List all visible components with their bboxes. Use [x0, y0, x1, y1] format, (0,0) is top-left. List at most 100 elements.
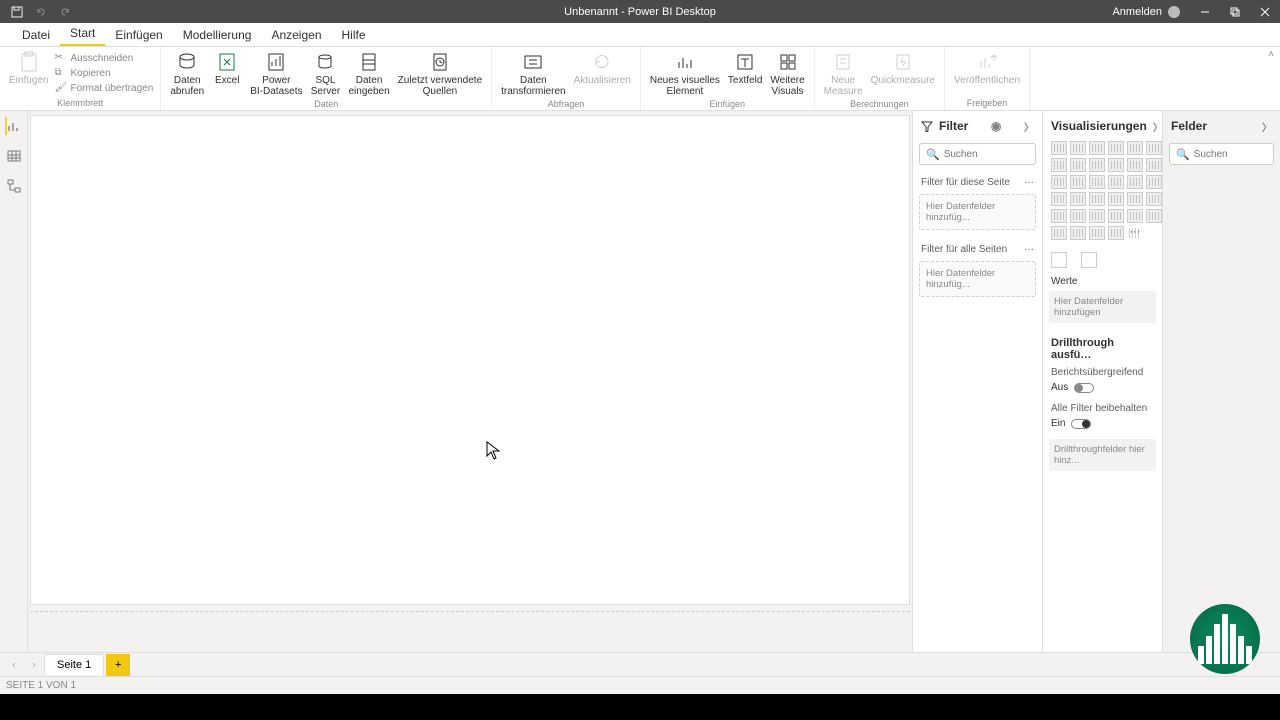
tab-modeling[interactable]: Modellierung — [173, 24, 262, 46]
viz-stackedbar[interactable] — [1051, 141, 1067, 155]
viz-linestackedcolumn[interactable] — [1127, 158, 1143, 172]
crossreport-toggle[interactable]: Aus — [1043, 380, 1162, 401]
tab-start[interactable]: Start — [60, 22, 105, 46]
close-button[interactable] — [1250, 0, 1280, 23]
viz-funnel[interactable] — [1070, 175, 1086, 189]
viz-qna[interactable] — [1089, 226, 1105, 240]
tab-file[interactable]: Datei — [12, 24, 60, 46]
save-icon[interactable] — [10, 5, 24, 19]
filter-page-more[interactable]: ··· — [1024, 177, 1034, 188]
more-visuals-button[interactable]: Weitere Visuals — [766, 49, 808, 99]
page-prev-button[interactable]: ‹ — [4, 659, 24, 671]
filter-all-dropzone[interactable]: Hier Datenfelder hinzufüg... — [919, 261, 1036, 297]
undo-icon[interactable] — [34, 5, 48, 19]
viz-donut[interactable] — [1127, 175, 1143, 189]
viz-arcgis[interactable] — [1108, 226, 1124, 240]
copy-button[interactable]: ⧉Kopieren — [52, 66, 155, 80]
new-measure-button[interactable]: Neue Measure — [820, 49, 867, 99]
viz-scatter[interactable] — [1089, 175, 1105, 189]
viz-format-tab[interactable] — [1081, 252, 1097, 268]
recent-sources-button[interactable]: Zuletzt verwendete Quellen — [394, 49, 487, 99]
refresh-button[interactable]: Aktualisieren — [570, 49, 635, 88]
get-data-button[interactable]: Daten abrufen — [166, 49, 208, 99]
viz-filledmap[interactable] — [1070, 192, 1086, 206]
minimize-button[interactable] — [1190, 0, 1220, 23]
viz-table[interactable] — [1089, 209, 1105, 223]
viz-treemap[interactable] — [1146, 175, 1162, 189]
viz-clusteredbar[interactable] — [1089, 141, 1105, 155]
quick-measure-button[interactable]: Quickmeasure — [867, 49, 939, 88]
drillthrough-dropzone[interactable]: Drillthroughfelder hier hinz... — [1049, 439, 1156, 471]
viz-stackedcolumn[interactable] — [1070, 141, 1086, 155]
status-text: SEITE 1 VON 1 — [6, 680, 76, 691]
signin-button[interactable]: Anmelden — [1102, 6, 1190, 18]
viz-clusteredcolumn[interactable] — [1108, 141, 1124, 155]
fields-collapse-button[interactable]: 〉 — [1262, 119, 1272, 134]
cut-button[interactable]: ✂Ausschneiden — [52, 51, 155, 65]
viz-kpi[interactable] — [1051, 209, 1067, 223]
filter-page-dropzone[interactable]: Hier Datenfelder hinzufüg... — [919, 194, 1036, 230]
viz-r[interactable] — [1127, 209, 1143, 223]
page-tab-1[interactable]: Seite 1 — [44, 654, 104, 675]
fields-search-input[interactable] — [1194, 149, 1280, 160]
viz-linecolumn[interactable] — [1108, 158, 1124, 172]
textbox-button[interactable]: Textfeld — [724, 49, 766, 88]
viz-ribbon[interactable] — [1146, 158, 1162, 172]
new-visual-button[interactable]: Neues visuelles Element — [646, 49, 724, 99]
werte-dropzone[interactable]: Hier Datenfelder hinzufügen — [1049, 291, 1156, 323]
collapse-ribbon-button[interactable]: ˄ — [1268, 49, 1274, 60]
keepfilters-toggle[interactable]: Ein — [1043, 416, 1162, 437]
filter-eye-icon[interactable]: ◉ — [991, 119, 1001, 133]
ribbon-tabs: Datei Start Einfügen Modellierung Anzeig… — [0, 23, 1280, 47]
viz-waterfall[interactable] — [1051, 175, 1067, 189]
viz-python[interactable] — [1146, 209, 1162, 223]
add-page-button[interactable]: + — [106, 654, 130, 676]
viz-slicer[interactable] — [1070, 209, 1086, 223]
transform-data-button[interactable]: Daten transformieren — [497, 49, 569, 99]
viz-keyinfluencers[interactable] — [1051, 226, 1067, 240]
format-painter-button[interactable]: 🖌Format übertragen — [52, 81, 155, 95]
werte-label: Werte — [1043, 274, 1162, 289]
maximize-button[interactable] — [1220, 0, 1250, 23]
report-canvas[interactable] — [30, 115, 910, 605]
viz-decomp[interactable] — [1070, 226, 1086, 240]
viz-fields-tab[interactable] — [1051, 252, 1067, 268]
viz-pie[interactable] — [1108, 175, 1124, 189]
viz-matrix[interactable] — [1108, 209, 1124, 223]
paste-button[interactable]: Einfügen — [5, 49, 52, 88]
pbi-datasets-button[interactable]: Power BI-Datasets — [246, 49, 306, 99]
viz-stackedarea[interactable] — [1089, 158, 1105, 172]
publish-button[interactable]: Veröffentlichen — [950, 49, 1024, 88]
viz-line[interactable] — [1051, 158, 1067, 172]
viz-gauge[interactable] — [1108, 192, 1124, 206]
viz-card[interactable] — [1127, 192, 1143, 206]
viz-multirowcard[interactable] — [1146, 192, 1162, 206]
viz-100bar[interactable] — [1127, 141, 1143, 155]
data-view-button[interactable] — [5, 147, 23, 165]
recent-icon — [429, 51, 451, 73]
model-view-button[interactable] — [5, 177, 23, 195]
excel-button[interactable]: Excel — [208, 49, 246, 88]
clipboard-icon — [18, 51, 40, 73]
fields-search[interactable]: 🔍 — [1169, 143, 1274, 165]
filter-all-more[interactable]: ··· — [1024, 244, 1034, 255]
viz-shapemap[interactable] — [1089, 192, 1105, 206]
viz-area[interactable] — [1070, 158, 1086, 172]
sql-server-button[interactable]: SQL Server — [306, 49, 344, 99]
filter-collapse-button[interactable]: 〉 — [1024, 119, 1034, 134]
redo-icon[interactable] — [58, 5, 72, 19]
page-next-button[interactable]: › — [24, 659, 44, 671]
tab-insert[interactable]: Einfügen — [105, 24, 172, 46]
excel-icon — [216, 51, 238, 73]
tab-view[interactable]: Anzeigen — [261, 24, 331, 46]
filter-search[interactable]: 🔍 — [919, 143, 1036, 165]
enter-data-button[interactable]: Daten eingeben — [344, 49, 393, 99]
filter-icon — [921, 120, 933, 132]
viz-more[interactable]: ··· — [1127, 226, 1143, 240]
viz-map[interactable] — [1051, 192, 1067, 206]
tab-help[interactable]: Hilfe — [332, 24, 376, 46]
canvas-wrapper — [28, 111, 912, 658]
title-bar: Unbenannt - Power BI Desktop Anmelden — [0, 0, 1280, 23]
viz-100column[interactable] — [1146, 141, 1162, 155]
report-view-button[interactable] — [5, 117, 23, 135]
